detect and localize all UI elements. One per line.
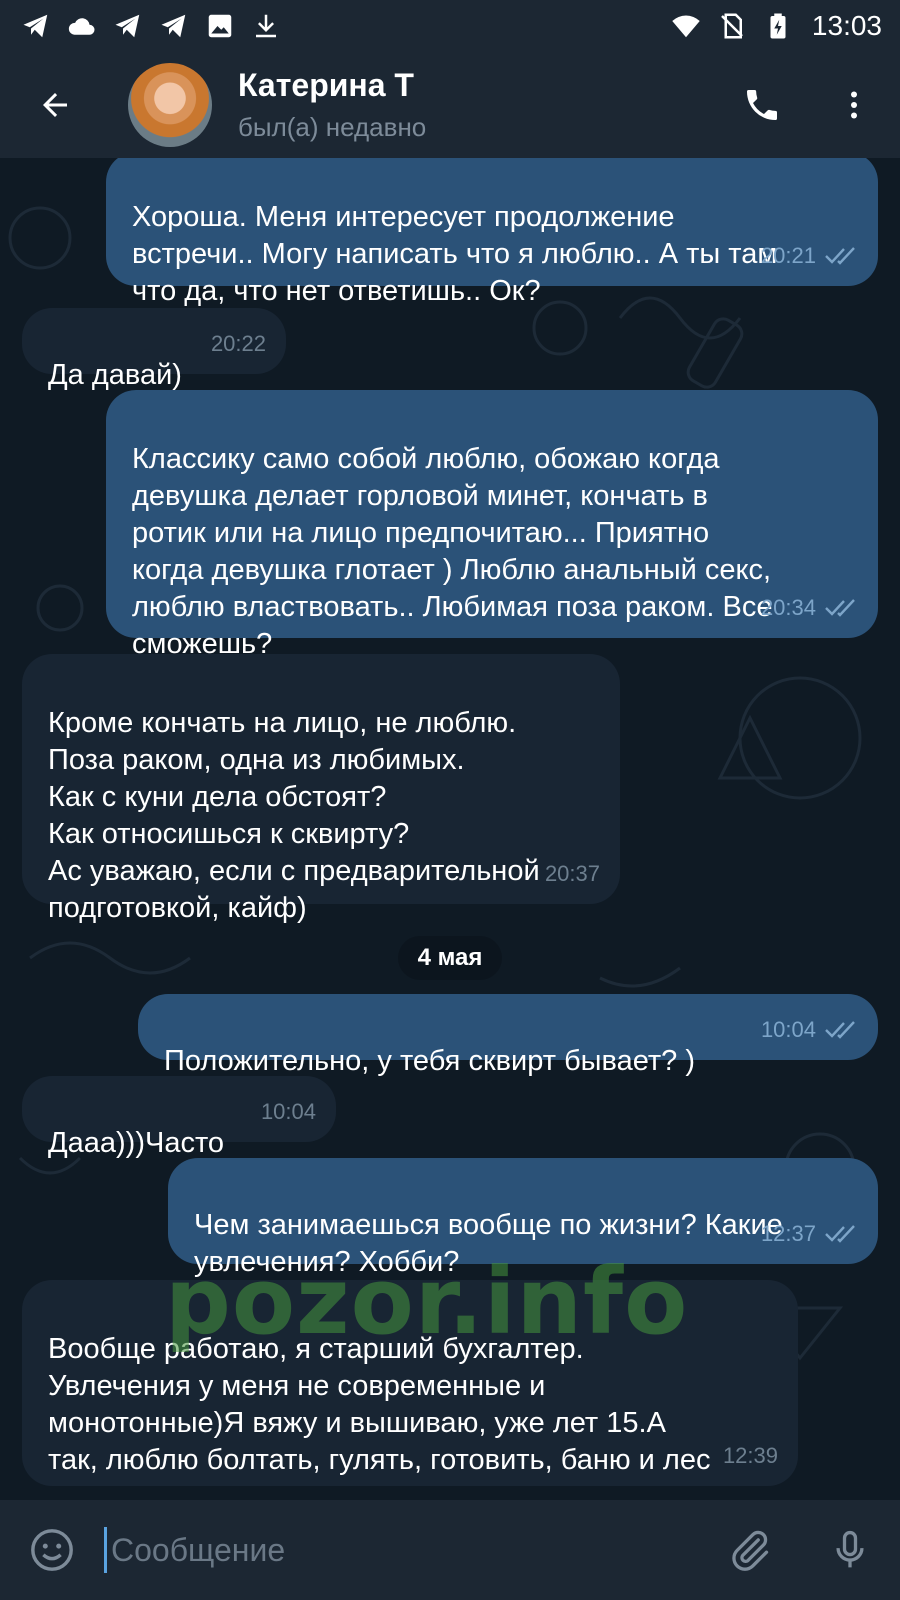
attach-button[interactable] [700, 1500, 800, 1600]
message-meta: 20:21 [761, 237, 858, 274]
microphone-button[interactable] [800, 1500, 900, 1600]
composer [0, 1500, 900, 1600]
message-meta: 10:04 [761, 1011, 858, 1048]
message-meta: 20:37 [545, 855, 600, 892]
message-time: 10:04 [260, 1099, 316, 1124]
microphone-icon [836, 1530, 864, 1568]
image-icon [204, 10, 236, 42]
more-button[interactable] [808, 52, 900, 158]
date-separator: 4 мая [398, 936, 502, 980]
message-input[interactable] [104, 1527, 700, 1573]
paperclip-icon [732, 1530, 769, 1571]
no-sim-icon [716, 10, 748, 42]
message-meta: 12:39 [723, 1437, 778, 1474]
message-outgoing[interactable]: Хороша. Меня интересует продолжение встр… [106, 158, 878, 307]
message-time: 20:37 [544, 861, 600, 886]
header-actions [716, 52, 900, 158]
telegram-icon [158, 10, 190, 42]
contact-info[interactable]: Катерина Т был(а) недавно [238, 67, 426, 143]
message-incoming[interactable]: Да давай) 20:22 [22, 308, 286, 391]
status-bar: 13:03 [0, 0, 900, 52]
message-time: 20:22 [210, 331, 266, 356]
message-text: Дааа)))Часто [48, 1127, 225, 1159]
message-outgoing[interactable]: Классику само собой люблю, обожаю когда … [106, 390, 878, 660]
chat-header: Катерина Т был(а) недавно [0, 52, 900, 158]
message-meta: 12:37 [761, 1215, 858, 1252]
message-meta: 20:22 [211, 325, 266, 362]
message-meta: 20:34 [761, 589, 858, 626]
watermark: pozor.info [165, 1248, 689, 1355]
download-icon [250, 10, 282, 42]
message-incoming[interactable]: Дааа)))Часто 10:04 [22, 1076, 336, 1159]
message-time: 12:39 [722, 1443, 778, 1468]
message-outgoing[interactable]: Положительно, у тебя сквирт бывает? ) 10… [138, 994, 878, 1077]
call-button[interactable] [716, 52, 808, 158]
message-text: Хороша. Меня интересует продолжение встр… [132, 201, 778, 307]
system-icons: 13:03 [670, 10, 882, 42]
more-vertical-icon [851, 91, 857, 119]
wifi-icon [670, 10, 702, 42]
message-text: Положительно, у тебя сквирт бывает? ) [164, 1045, 696, 1077]
message-time: 20:34 [760, 595, 816, 620]
battery-icon [762, 10, 794, 42]
message-time: 10:04 [760, 1017, 816, 1042]
telegram-icon [112, 10, 144, 42]
telegram-icon [20, 10, 52, 42]
clock: 13:03 [811, 10, 882, 41]
contact-status: был(а) недавно [238, 112, 427, 142]
message-text: Классику само собой люблю, обожаю когда … [132, 443, 773, 660]
phone-icon [747, 90, 777, 120]
emoji-button[interactable] [0, 1500, 104, 1600]
double-check-icon [825, 1020, 855, 1039]
smiley-icon [31, 1529, 73, 1571]
cloud-icon [66, 10, 98, 42]
message-meta: 10:04 [261, 1093, 316, 1130]
message-text: Кроме кончать на лицо, не люблю. Поза ра… [48, 707, 540, 924]
double-check-icon [825, 598, 855, 617]
contact-name: Катерина Т [238, 67, 414, 103]
notification-icons [20, 10, 282, 42]
message-time: 12:37 [760, 1221, 816, 1246]
double-check-icon [825, 1224, 855, 1243]
double-check-icon [825, 246, 855, 265]
message-incoming[interactable]: Кроме кончать на лицо, не люблю. Поза ра… [22, 654, 620, 924]
message-text: Да давай) [48, 359, 182, 391]
message-time: 20:21 [760, 243, 816, 268]
avatar[interactable] [128, 63, 212, 147]
arrow-left-icon [43, 93, 67, 117]
chat-area[interactable]: Хороша. Меня интересует продолжение встр… [0, 158, 900, 1500]
back-button[interactable] [0, 52, 110, 158]
